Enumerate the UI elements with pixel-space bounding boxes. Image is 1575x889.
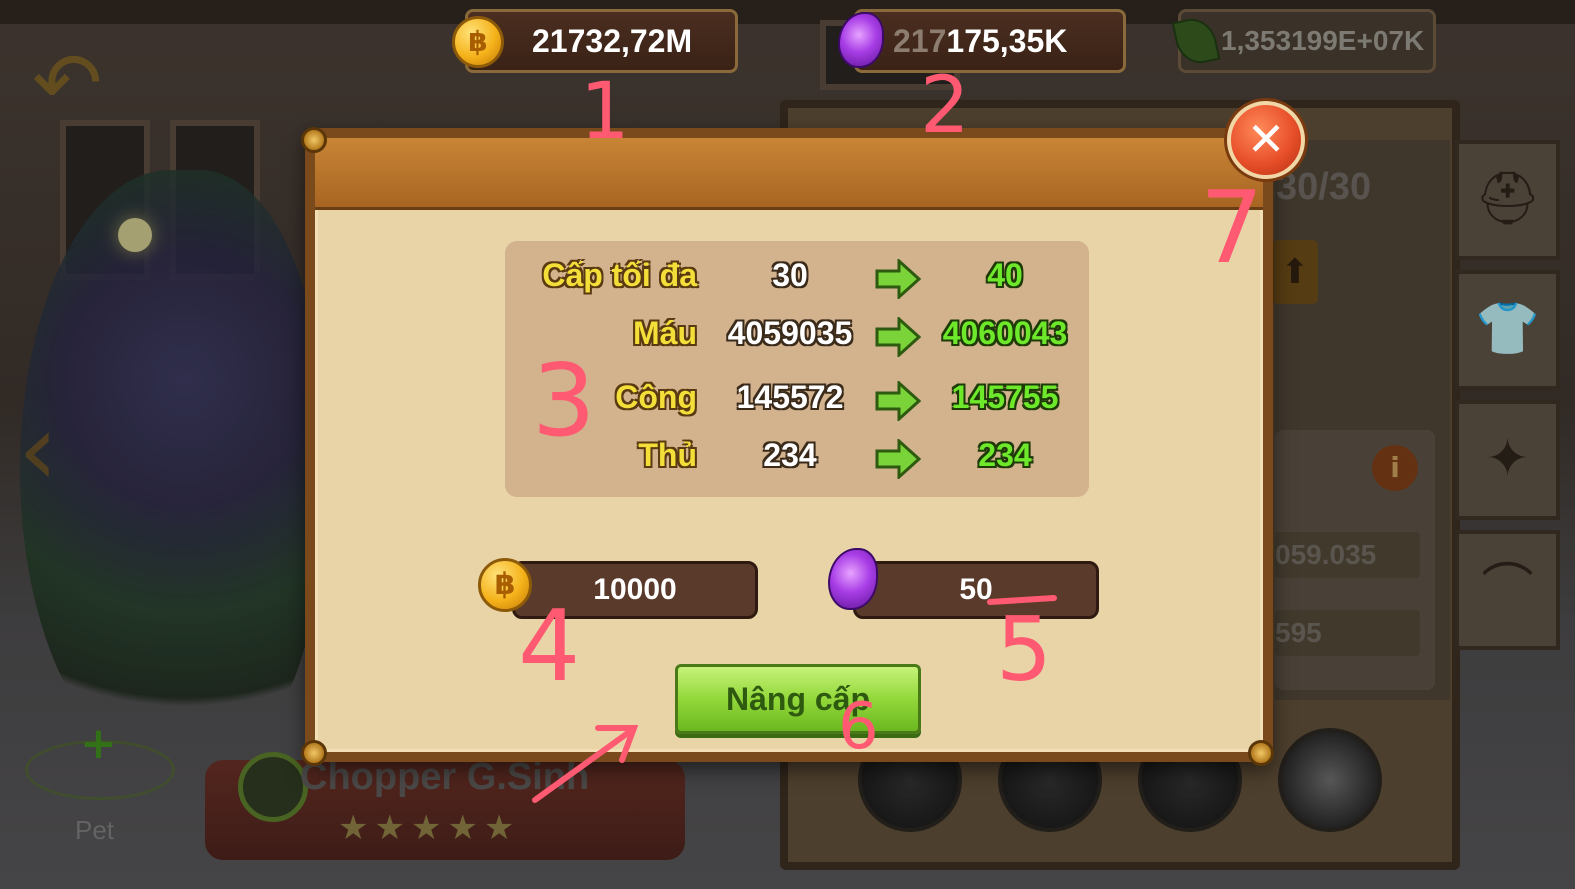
stat-old-hp: 4059035 [727, 315, 853, 351]
stat-new-hp: 4060043 [942, 315, 1068, 351]
close-button[interactable]: ✕ [1227, 101, 1305, 179]
arrow-right-icon [875, 381, 921, 421]
gem-cost-box: 50 [853, 561, 1099, 619]
stat-label-max-level: Cấp tối đa [542, 257, 697, 293]
gem-ghost-text: 217 [893, 23, 947, 59]
gem-currency-display: 217175,35K [854, 9, 1126, 73]
stat-old-max-level: 30 [772, 257, 808, 293]
gold-coin-icon: ฿ [452, 16, 504, 68]
stat-label-defense: Thủ [638, 437, 697, 473]
stat-new-max-level: 40 [987, 257, 1023, 293]
leaf-currency-display: 1,353199E+07K [1178, 9, 1436, 73]
gem-amount: 175,35K [946, 23, 1068, 59]
upgrade-dialog: Cấp tối đa 30 40 Máu 4059035 4060043 Côn… [305, 128, 1273, 762]
arrow-right-icon [875, 317, 921, 357]
gold-currency-display: 21732,72M [465, 9, 738, 73]
gold-cost-box: 10000 [512, 561, 758, 619]
gold-amount: 21732,72M [532, 23, 693, 59]
stats-comparison-panel: Cấp tối đa 30 40 Máu 4059035 4060043 Côn… [505, 241, 1089, 497]
stat-new-attack: 145755 [951, 379, 1059, 415]
arrow-right-icon [875, 439, 921, 479]
upgrade-button[interactable]: Nâng cấp [675, 664, 921, 734]
stat-old-attack: 145572 [736, 379, 844, 415]
stat-new-defense: 234 [978, 437, 1032, 473]
gold-cost-value: 10000 [593, 573, 677, 606]
corner-rivet [301, 127, 327, 153]
corner-rivet [1248, 740, 1274, 766]
dialog-header [315, 138, 1263, 210]
leaf-amount: 1,353199E+07K [1221, 25, 1425, 56]
gold-coin-icon: ฿ [478, 558, 532, 612]
arrow-right-icon [875, 259, 921, 299]
stat-label-hp: Máu [633, 315, 697, 351]
corner-rivet [301, 740, 327, 766]
gem-cost-value: 50 [959, 573, 993, 606]
stat-old-defense: 234 [763, 437, 817, 473]
stat-label-attack: Công [615, 379, 697, 415]
